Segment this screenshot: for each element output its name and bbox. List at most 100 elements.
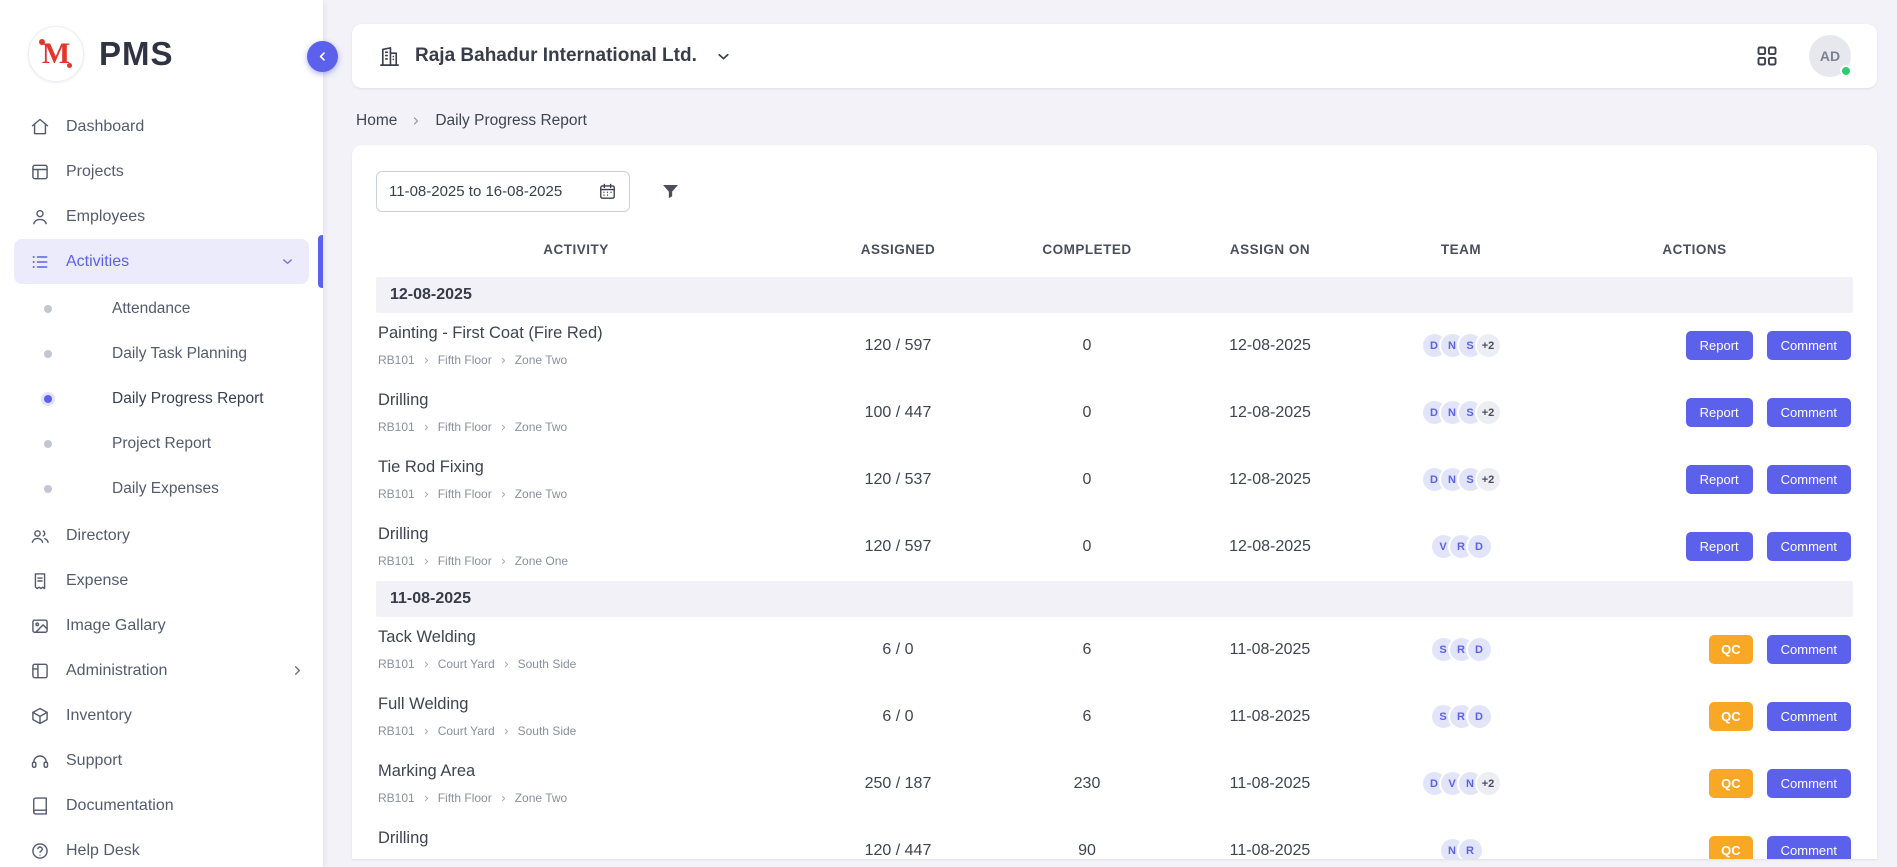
team-avatar: R <box>1457 837 1484 859</box>
logo-mark-icon: M <box>28 26 84 82</box>
sidebar-item-attendance[interactable]: Attendance <box>0 286 323 331</box>
chevron-right-icon <box>410 115 422 127</box>
activity-cell: Painting - First Coat (Fire Red)RB101Fif… <box>376 324 776 367</box>
activity-name: Drilling <box>378 525 776 544</box>
gallery-icon <box>30 616 50 636</box>
user-avatar[interactable]: AD <box>1809 35 1851 77</box>
comment-button[interactable]: Comment <box>1767 331 1851 360</box>
qc-button[interactable]: QC <box>1709 702 1753 731</box>
sidebar-item-daily-expenses[interactable]: Daily Expenses <box>0 466 323 511</box>
path-segment: Fifth Floor <box>438 858 492 859</box>
expense-icon <box>30 571 50 591</box>
team-avatar: D <box>1466 533 1493 560</box>
sidebar-item-projects[interactable]: Projects <box>0 149 323 194</box>
path-segment: Fifth Floor <box>438 353 492 367</box>
sidebar-nav: DashboardProjectsEmployees Activities Atte… <box>0 104 323 867</box>
support-icon <box>30 751 50 771</box>
activity-cell: Full WeldingRB101Court YardSouth Side <box>376 695 776 738</box>
report-button[interactable]: Report <box>1686 331 1753 360</box>
group-date-header: 12-08-2025 <box>376 277 1853 313</box>
qc-button[interactable]: QC <box>1709 635 1753 664</box>
sidebar-item-inventory[interactable]: Inventory <box>0 693 323 738</box>
sidebar-item-employees[interactable]: Employees <box>0 194 323 239</box>
activity-name: Tie Rod Fixing <box>378 458 776 477</box>
activity-name: Drilling <box>378 391 776 410</box>
progress-report-table: ACTIVITYASSIGNEDCOMPLETEDASSIGN ONTEAMAC… <box>376 236 1853 859</box>
comment-button[interactable]: Comment <box>1767 532 1851 561</box>
path-segment: RB101 <box>378 858 415 859</box>
comment-button[interactable]: Comment <box>1767 769 1851 798</box>
date-range-input[interactable]: 11-08-2025 to 16-08-2025 <box>376 171 630 212</box>
path-segment: South Side <box>518 724 577 738</box>
column-header-assign-on: ASSIGN ON <box>1154 236 1386 277</box>
activity-cell: Tie Rod FixingRB101Fifth FloorZone Two <box>376 458 776 501</box>
path-segment: RB101 <box>378 487 415 501</box>
comment-button[interactable]: Comment <box>1767 635 1851 664</box>
team-avatar: D <box>1466 703 1493 730</box>
chevron-right-icon <box>422 423 431 432</box>
team-extra-badge: +2 <box>1475 399 1502 426</box>
sidebar-item-daily-task-planning[interactable]: Daily Task Planning <box>0 331 323 376</box>
sidebar-item-support[interactable]: Support <box>0 738 323 783</box>
path-segment: Court Yard <box>438 724 495 738</box>
comment-button[interactable]: Comment <box>1767 398 1851 427</box>
sidebar-item-image-gallary[interactable]: Image Gallary <box>0 603 323 648</box>
comment-button[interactable]: Comment <box>1767 836 1851 859</box>
completed-value: 0 <box>1020 471 1154 489</box>
sidebar-item-activities[interactable]: Activities <box>14 239 309 284</box>
filter-icon[interactable] <box>660 181 681 202</box>
report-button[interactable]: Report <box>1686 465 1753 494</box>
report-button[interactable]: Report <box>1686 398 1753 427</box>
sidebar-item-directory[interactable]: Directory <box>0 513 323 558</box>
path-segment: Zone Two <box>515 420 567 434</box>
qc-button[interactable]: QC <box>1709 769 1753 798</box>
app-logo[interactable]: M PMS <box>0 0 323 98</box>
chevron-right-icon <box>422 490 431 499</box>
sidebar: M PMS DashboardProjectsEmployees Activiti… <box>0 0 323 867</box>
actions-cell: QC Comment <box>1536 702 1853 731</box>
comment-button[interactable]: Comment <box>1767 465 1851 494</box>
group-date-header: 11-08-2025 <box>376 581 1853 617</box>
team-avatar: D <box>1466 636 1493 663</box>
sidebar-item-daily-progress-report[interactable]: Daily Progress Report <box>0 376 323 421</box>
sidebar-item-documentation[interactable]: Documentation <box>0 783 323 828</box>
sidebar-item-dashboard[interactable]: Dashboard <box>0 104 323 149</box>
assign-on-value: 11-08-2025 <box>1154 708 1386 726</box>
sidebar-item-administration[interactable]: Administration <box>0 648 323 693</box>
sidebar-item-label: Help Desk <box>66 842 140 860</box>
company-selector[interactable]: Raja Bahadur International Ltd. <box>378 45 732 68</box>
path-segment: Fifth Floor <box>438 554 492 568</box>
sidebar-item-label: Activities <box>66 253 129 271</box>
assign-on-value: 11-08-2025 <box>1154 641 1386 659</box>
comment-button[interactable]: Comment <box>1767 702 1851 731</box>
actions-cell: QC Comment <box>1536 635 1853 664</box>
sidebar-item-help-desk[interactable]: Help Desk <box>0 828 323 867</box>
report-button[interactable]: Report <box>1686 532 1753 561</box>
team-avatars: VRD <box>1386 533 1536 560</box>
breadcrumb-home[interactable]: Home <box>356 112 397 130</box>
path-segment: Zone One <box>515 554 568 568</box>
table-header-row: ACTIVITYASSIGNEDCOMPLETEDASSIGN ONTEAMAC… <box>376 236 1853 277</box>
chevron-right-icon <box>499 557 508 566</box>
helpdesk-icon <box>30 841 50 861</box>
qc-button[interactable]: QC <box>1709 836 1753 859</box>
path-segment: Court Yard <box>438 657 495 671</box>
activity-location-path: RB101Fifth FloorZone Two <box>378 858 776 859</box>
path-segment: RB101 <box>378 353 415 367</box>
table-row: Painting - First Coat (Fire Red)RB101Fif… <box>376 313 1853 380</box>
administration-icon <box>30 661 50 681</box>
activity-location-path: RB101Fifth FloorZone Two <box>378 420 776 434</box>
table-body: 12-08-2025 Painting - First Coat (Fire Re… <box>376 277 1853 859</box>
sidebar-item-expense[interactable]: Expense <box>0 558 323 603</box>
team-avatars: DVN+2 <box>1386 770 1536 797</box>
chevron-right-icon <box>502 727 511 736</box>
actions-cell: Report Comment <box>1536 398 1853 427</box>
sidebar-subitem-label: Project Report <box>112 435 211 453</box>
sidebar-subitem-label: Daily Progress Report <box>112 390 264 408</box>
completed-value: 0 <box>1020 404 1154 422</box>
logo-dot-icon <box>39 39 45 45</box>
sidebar-collapse-button[interactable] <box>307 41 338 72</box>
apps-grid-icon[interactable] <box>1755 44 1779 68</box>
chevron-right-icon <box>499 423 508 432</box>
sidebar-item-project-report[interactable]: Project Report <box>0 421 323 466</box>
